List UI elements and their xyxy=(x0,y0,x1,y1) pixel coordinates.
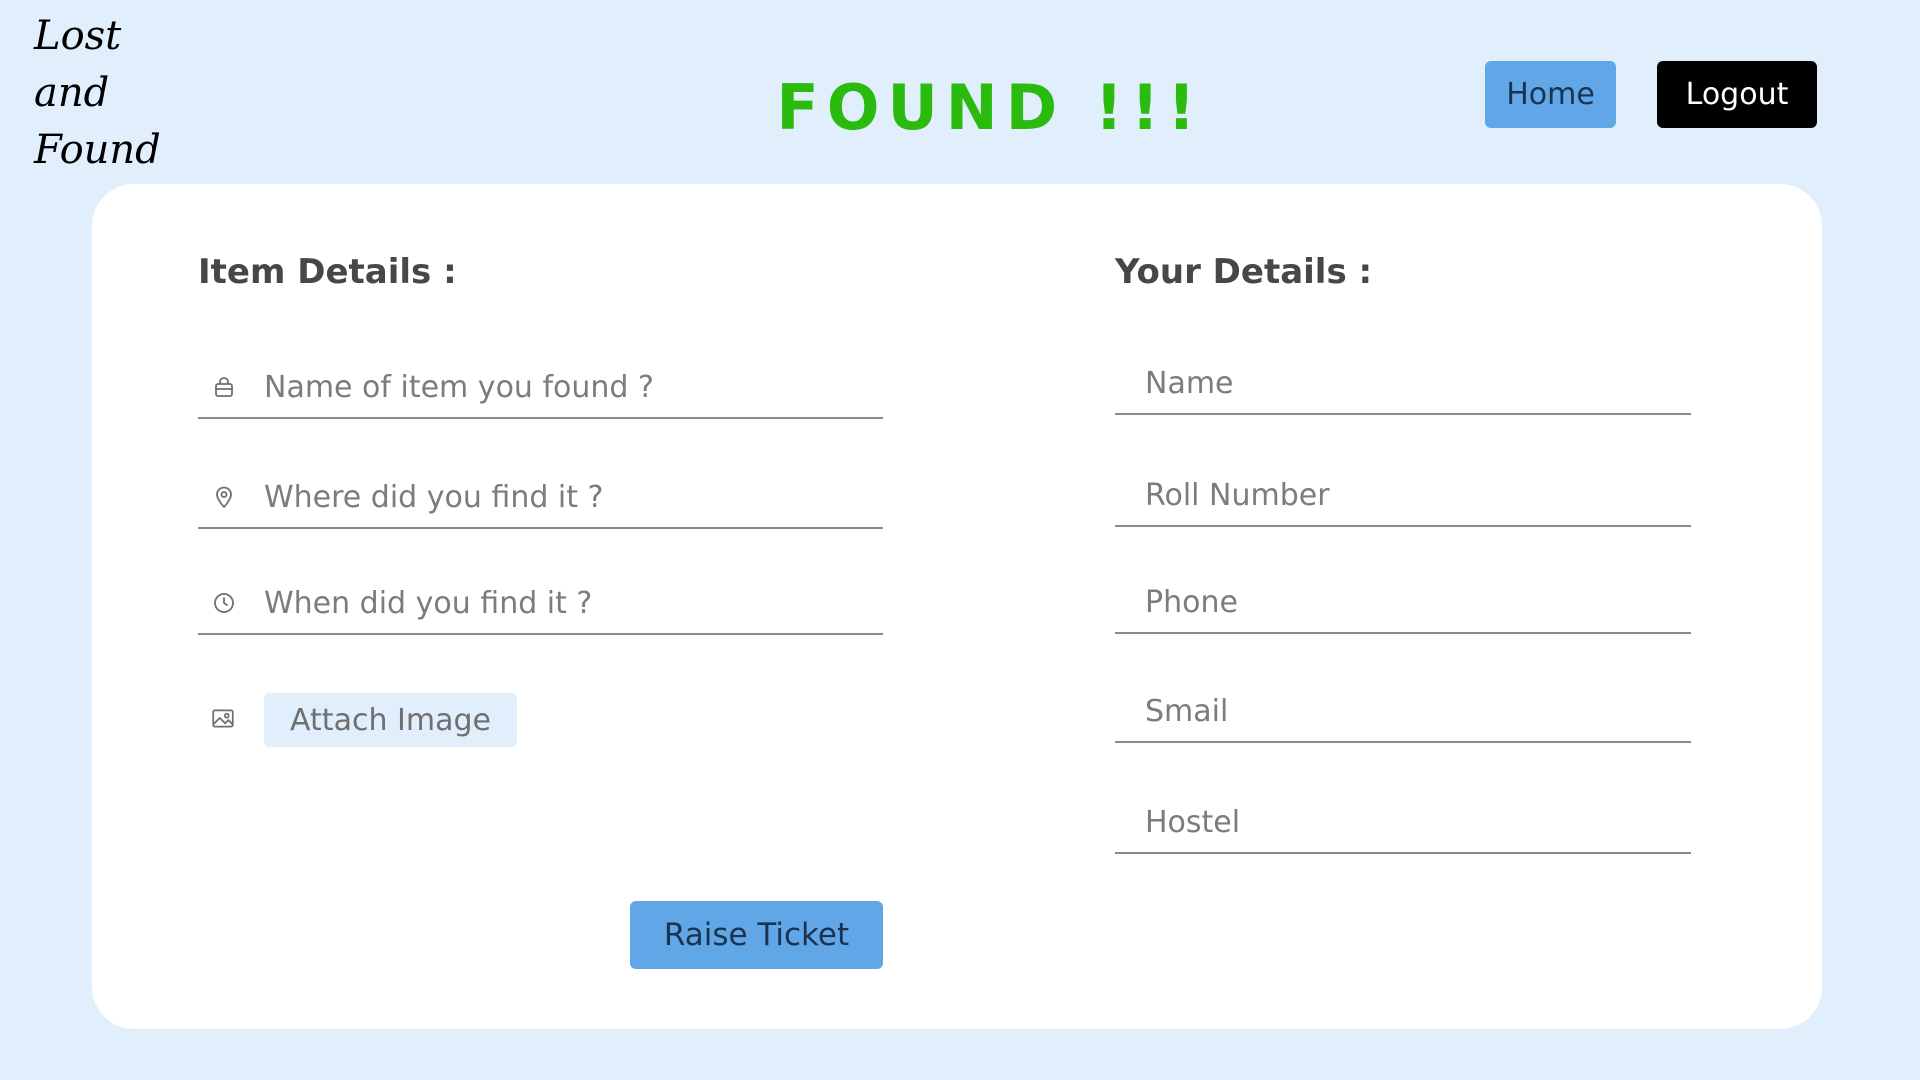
logout-button[interactable]: Logout xyxy=(1657,61,1817,128)
home-button[interactable]: Home xyxy=(1485,61,1616,128)
roll-number-field[interactable]: Roll Number xyxy=(1115,465,1691,527)
raise-ticket-button[interactable]: Raise Ticket xyxy=(630,901,883,969)
form-card: Item Details : Name of item you found ? … xyxy=(92,184,1822,1029)
item-name-placeholder: Name of item you found ? xyxy=(264,369,654,405)
name-field[interactable]: Name xyxy=(1115,353,1691,415)
map-pin-icon xyxy=(210,483,238,511)
name-placeholder: Name xyxy=(1145,365,1234,401)
bag-icon xyxy=(210,373,238,401)
email-placeholder: Smail xyxy=(1145,693,1229,729)
phone-field[interactable]: Phone xyxy=(1115,572,1691,634)
email-field[interactable]: Smail xyxy=(1115,681,1691,743)
item-details-heading: Item Details : xyxy=(198,252,457,292)
item-name-field[interactable]: Name of item you found ? xyxy=(198,357,883,419)
logo-line-lost: Lost xyxy=(34,13,122,59)
location-placeholder: Where did you find it ? xyxy=(264,479,604,515)
attach-image-button[interactable]: Attach Image xyxy=(264,693,517,747)
hostel-placeholder: Hostel xyxy=(1145,804,1241,840)
hostel-field[interactable]: Hostel xyxy=(1115,792,1691,854)
phone-placeholder: Phone xyxy=(1145,584,1238,620)
time-field[interactable]: When did you find it ? xyxy=(198,573,883,635)
your-details-heading: Your Details : xyxy=(1115,252,1373,292)
time-placeholder: When did you find it ? xyxy=(264,585,593,621)
roll-number-placeholder: Roll Number xyxy=(1145,477,1330,513)
clock-icon xyxy=(210,589,238,617)
page-title: FOUND !!! xyxy=(776,71,1204,144)
location-field[interactable]: Where did you find it ? xyxy=(198,467,883,529)
attach-image-row: Attach Image xyxy=(198,693,517,747)
image-icon xyxy=(210,706,238,734)
